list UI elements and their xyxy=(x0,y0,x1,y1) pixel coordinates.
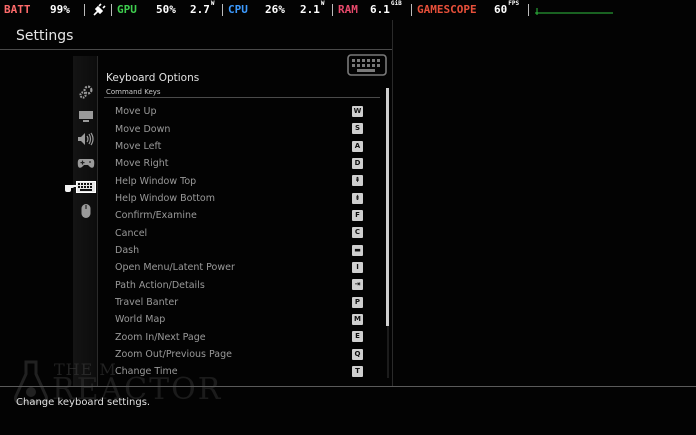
binding-row[interactable]: Help Window Bottom ⇟ xyxy=(106,190,368,207)
binding-row[interactable]: Cancel C xyxy=(106,224,368,241)
charging-plug-icon xyxy=(92,3,106,17)
gpu-utilization: 50% xyxy=(156,3,176,16)
panel-right-border xyxy=(392,20,393,386)
panel-subtitle: Command Keys xyxy=(106,88,161,96)
binding-action-label: Dash xyxy=(115,244,140,256)
binding-row[interactable]: Zoom In/Next Page E xyxy=(106,328,368,345)
key-cap[interactable]: Q xyxy=(352,348,363,360)
ram-label: RAM xyxy=(338,3,358,16)
performance-overlay: BATT 99% GPU 50% 2.7W CPU 26% 2.1W RAM 6… xyxy=(0,0,696,20)
key-cap[interactable]: M xyxy=(352,314,363,326)
binding-action-label: Travel Banter xyxy=(115,296,179,308)
cpu-utilization: 26% xyxy=(265,3,285,16)
binding-action-label: World Map xyxy=(115,314,166,326)
binding-row[interactable]: Move Right D xyxy=(106,155,368,172)
monitor-icon[interactable] xyxy=(76,108,96,124)
binding-row[interactable]: Move Down S xyxy=(106,120,368,137)
page-title: Settings xyxy=(16,28,74,44)
key-cap[interactable]: E xyxy=(352,331,363,343)
binding-action-label: Move Right xyxy=(115,158,169,170)
footer-divider xyxy=(0,386,696,387)
binding-action-label: Confirm/Examine xyxy=(115,210,197,222)
gears-icon[interactable] xyxy=(76,84,96,100)
speaker-icon[interactable] xyxy=(76,131,96,147)
binding-action-label: Open Menu/Latent Power xyxy=(115,262,235,274)
ram-value: 6.1GiB xyxy=(370,0,402,16)
cpu-label: CPU xyxy=(228,3,248,16)
help-text: Change keyboard settings. xyxy=(16,397,151,408)
binding-action-label: Move Up xyxy=(115,106,157,118)
hand-pointer-icon xyxy=(65,185,78,192)
battery-value: 99% xyxy=(50,3,70,16)
binding-row[interactable]: Confirm/Examine F xyxy=(106,207,368,224)
frametime-graph xyxy=(535,8,613,15)
key-cap[interactable]: ⇟ xyxy=(352,192,363,204)
binding-row[interactable]: Dash ▬ xyxy=(106,242,368,259)
app-label: GAMESCOPE xyxy=(417,3,477,16)
binding-action-label: Help Window Bottom xyxy=(115,192,216,204)
fps-value: 60FPS xyxy=(494,0,520,16)
binding-action-label: Move Down xyxy=(115,123,171,135)
gamepad-icon[interactable] xyxy=(76,155,96,171)
gpu-power: 2.7W xyxy=(190,0,215,16)
binding-row[interactable]: Travel Banter P xyxy=(106,294,368,311)
keyboard-device-icon xyxy=(347,54,387,76)
category-sidebar xyxy=(73,56,98,386)
key-cap[interactable]: ⇞ xyxy=(352,175,363,187)
binding-row[interactable]: Move Up W xyxy=(106,103,368,120)
binding-action-label: Zoom In/Next Page xyxy=(115,331,206,343)
binding-action-label: Path Action/Details xyxy=(115,279,205,291)
key-cap[interactable]: ▬ xyxy=(352,244,363,256)
mouse-icon[interactable] xyxy=(76,203,96,219)
key-binding-list: Move Up W Move Down S Move Left A Move Right D H… xyxy=(106,103,368,381)
key-cap[interactable]: S xyxy=(352,123,363,135)
key-cap[interactable]: ⇥ xyxy=(352,279,363,291)
binding-action-label: Move Left xyxy=(115,140,162,152)
binding-row[interactable]: Help Window Top ⇞ xyxy=(106,172,368,189)
key-cap[interactable]: D xyxy=(352,158,363,170)
panel-title: Keyboard Options xyxy=(106,72,200,84)
binding-row[interactable]: Path Action/Details ⇥ xyxy=(106,276,368,293)
panel-divider xyxy=(104,97,380,98)
key-cap[interactable]: P xyxy=(352,296,363,308)
key-cap[interactable]: I xyxy=(352,262,363,274)
key-cap[interactable]: A xyxy=(352,140,363,152)
header-divider xyxy=(0,49,392,50)
binding-action-label: Cancel xyxy=(115,227,148,239)
key-cap[interactable]: C xyxy=(352,227,363,239)
binding-row[interactable]: Move Left A xyxy=(106,138,368,155)
gpu-label: GPU xyxy=(117,3,137,16)
binding-row[interactable]: Open Menu/Latent Power I xyxy=(106,259,368,276)
scrollbar-thumb[interactable] xyxy=(386,88,389,326)
battery-label: BATT xyxy=(4,3,31,16)
keyboard-icon[interactable] xyxy=(76,179,96,195)
key-cap[interactable]: W xyxy=(352,106,363,117)
binding-row[interactable]: World Map M xyxy=(106,311,368,328)
binding-action-label: Help Window Top xyxy=(115,175,197,187)
key-cap[interactable]: F xyxy=(352,210,363,222)
cpu-power: 2.1W xyxy=(300,0,325,16)
key-cap[interactable]: T xyxy=(352,366,363,378)
